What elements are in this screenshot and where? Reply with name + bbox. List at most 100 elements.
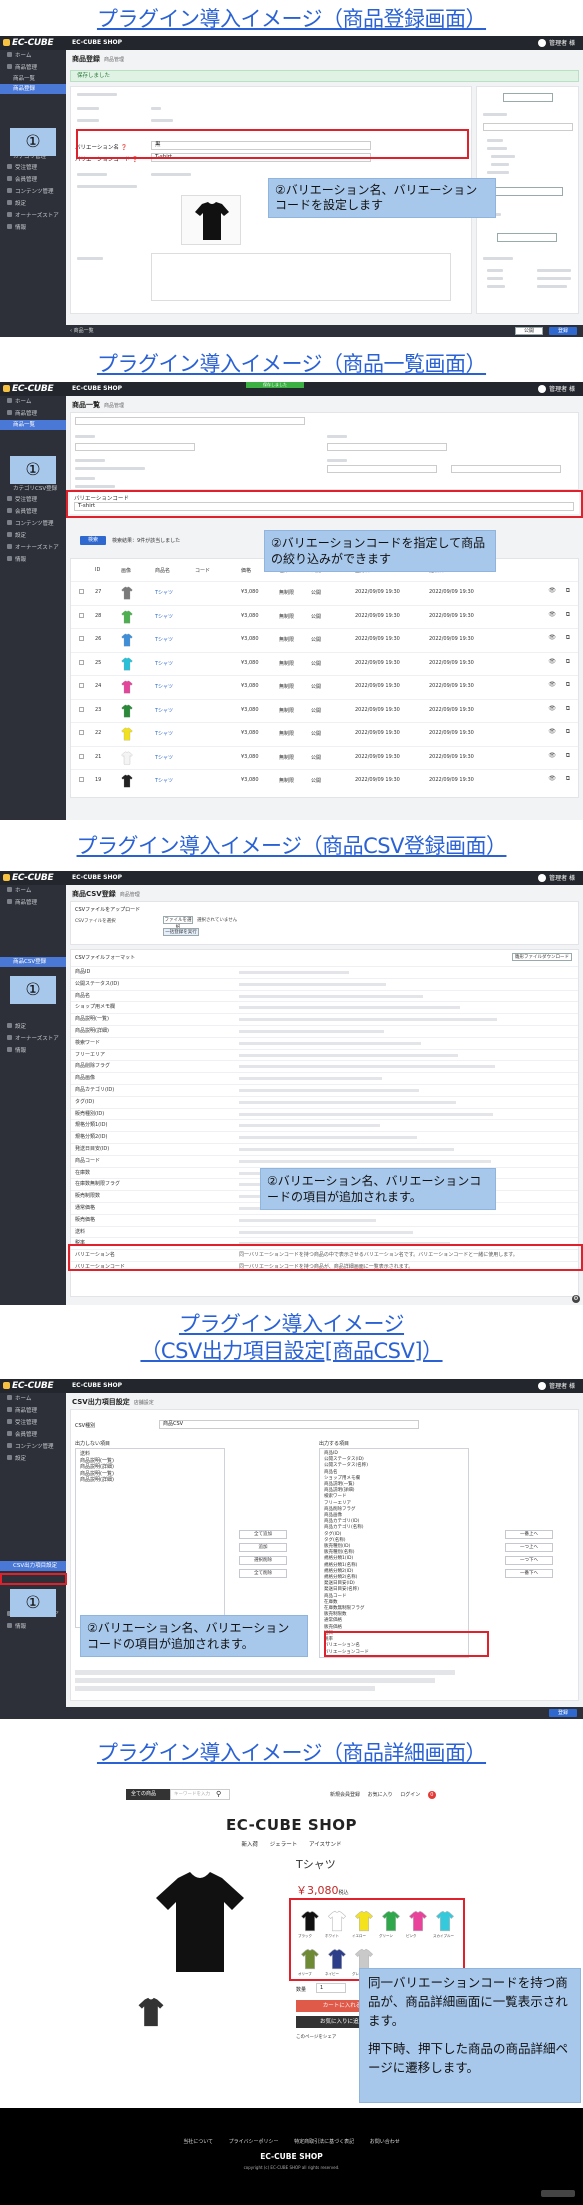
sidebar-item-info[interactable]: 情報 xyxy=(0,1045,66,1057)
sidebar-item-csv-settings[interactable]: CSV出力項目設定 xyxy=(0,1561,66,1571)
table-row[interactable]: 25 Tシャツ ¥3,080 無制限 公開 2022/09/09 19:30 2022/09… xyxy=(71,651,578,676)
product-name-link[interactable]: Tシャツ xyxy=(155,777,173,784)
copy-icon[interactable]: ⧉ xyxy=(566,705,570,713)
gear-icon[interactable]: ⚙ xyxy=(572,1295,580,1303)
row-checkbox[interactable] xyxy=(79,683,84,688)
sidebar-item-products[interactable]: 商品管理 xyxy=(0,62,66,74)
cart-badge[interactable]: 0 xyxy=(427,1791,436,1799)
register-link[interactable]: 新規会員登録 xyxy=(330,1792,360,1798)
footer-link-about[interactable]: 当社について xyxy=(183,2139,213,2145)
footer-link-privacy[interactable]: プライバシーポリシー xyxy=(229,2139,279,2145)
list-item[interactable]: 商品説明(詳細) xyxy=(80,1477,220,1484)
row-checkbox[interactable] xyxy=(79,753,84,759)
copy-icon[interactable]: ⧉ xyxy=(566,775,570,783)
sidebar-item-product-register[interactable]: 商品登録 xyxy=(0,84,66,94)
copy-icon[interactable]: ⧉ xyxy=(566,634,570,642)
table-row[interactable]: 24 Tシャツ ¥3,080 無制限 公開 2022/09/09 19:30 2022/09… xyxy=(71,675,578,699)
move-button[interactable]: 全て追加 xyxy=(239,1530,287,1539)
row-checkbox[interactable] xyxy=(79,589,84,594)
sidebar-item-settings[interactable]: 設定 xyxy=(0,198,66,210)
sidebar-item-owners-store[interactable]: オーナーズストア xyxy=(0,1033,66,1045)
category-icesand[interactable]: アイスサンド xyxy=(309,1842,342,1848)
product-name-link[interactable]: Tシャツ xyxy=(155,754,173,761)
sidebar-item-orders[interactable]: 受注管理 xyxy=(0,162,66,174)
category-new[interactable]: 新入荷 xyxy=(241,1842,258,1848)
sidebar-item-customers[interactable]: 会員管理 xyxy=(0,506,66,518)
user-menu[interactable]: 管理者 様 xyxy=(538,873,575,882)
row-checkbox[interactable] xyxy=(79,730,84,735)
preview-icon[interactable]: 👁 xyxy=(548,658,556,665)
product-name-link[interactable]: Tシャツ xyxy=(155,707,173,714)
table-row[interactable]: 28 Tシャツ ¥3,080 無制限 公開 2022/09/09 19:30 2022/09… xyxy=(71,604,578,629)
preview-icon[interactable]: 👁 xyxy=(548,705,556,712)
category-gelato[interactable]: ジェラート xyxy=(270,1842,298,1848)
preview-icon[interactable]: 👁 xyxy=(548,752,556,759)
product-thumbnail[interactable] xyxy=(134,1996,168,2028)
sidebar-item-orders[interactable]: 受注管理 xyxy=(0,494,66,506)
sidebar-item-products[interactable]: 商品管理 xyxy=(0,408,66,420)
copy-icon[interactable]: ⧉ xyxy=(566,611,570,619)
keyword-search-input[interactable] xyxy=(75,417,305,425)
sidebar-item-category-csv[interactable]: カテゴリCSV登録 xyxy=(0,484,66,494)
table-row[interactable]: 21 Tシャツ ¥3,080 無制限 公開 2022/09/09 19:30 2022/09… xyxy=(71,745,578,770)
category-search-input[interactable] xyxy=(483,123,573,131)
sidebar-item-settings[interactable]: 設定 xyxy=(0,1453,66,1465)
sidebar-item-home[interactable]: ホーム xyxy=(0,50,66,62)
tag-add-button[interactable] xyxy=(497,233,557,242)
product-name-link[interactable]: Tシャツ xyxy=(155,636,173,643)
shop-name[interactable]: EC-CUBE SHOP xyxy=(72,39,122,46)
move-button[interactable]: 追加 xyxy=(239,1543,287,1552)
move-button[interactable]: 全て削除 xyxy=(239,1569,287,1578)
login-link[interactable]: ログイン xyxy=(400,1792,420,1798)
admin-logo[interactable]: EC-CUBE xyxy=(3,384,54,394)
unused-columns-list[interactable]: 送料 商品説明(一覧) 商品説明(詳細) 商品説明(一覧) 商品説明(詳細) xyxy=(75,1448,225,1628)
csv-type-select[interactable]: 商品CSV xyxy=(159,1420,419,1429)
row-checkbox[interactable] xyxy=(79,659,84,665)
copy-icon[interactable]: ⧉ xyxy=(566,681,570,689)
sidebar-item-owners-store[interactable]: オーナーズストア xyxy=(0,542,66,554)
sidebar-item-settings[interactable]: 設定 xyxy=(0,530,66,542)
register-button[interactable]: 登録 xyxy=(549,1709,577,1717)
footer-link-contact[interactable]: お問い合わせ xyxy=(370,2139,400,2145)
used-columns-list[interactable]: 商品ID 公開ステータス(ID) 公開ステータス(名称) 商品名 ショップ用メモ欄 商品説… xyxy=(319,1448,469,1658)
admin-logo[interactable]: EC-CUBE xyxy=(3,873,54,883)
register-button[interactable]: 登録 xyxy=(549,327,577,335)
date-to-input[interactable] xyxy=(451,465,561,473)
shop-name[interactable]: EC-CUBE SHOP xyxy=(72,874,122,881)
sidebar-item-contents[interactable]: コンテンツ管理 xyxy=(0,1441,66,1453)
table-row[interactable]: 26 Tシャツ ¥3,080 無制限 公開 2022/09/09 19:30 2022/09… xyxy=(71,628,578,652)
order-button[interactable]: 一つ上へ xyxy=(505,1543,553,1552)
product-name-link[interactable]: Tシャツ xyxy=(155,613,173,620)
sidebar-item-product-list[interactable]: 商品一覧 xyxy=(0,74,66,84)
shop-name[interactable]: EC-CUBE SHOP xyxy=(72,1382,122,1389)
table-row[interactable]: 19 Tシャツ ¥3,080 無制限 公開 2022/09/09 19:30 2022/09… xyxy=(71,769,578,793)
sidebar-item-home[interactable]: ホーム xyxy=(0,396,66,408)
row-checkbox[interactable] xyxy=(79,612,84,618)
preview-icon[interactable]: 👁 xyxy=(548,587,556,594)
sidebar-item-customers[interactable]: 会員管理 xyxy=(0,1429,66,1441)
sidebar-item-product-list[interactable]: 商品一覧 xyxy=(0,420,66,430)
product-name-link[interactable]: Tシャツ xyxy=(155,683,173,690)
category-select[interactable]: 全ての商品 xyxy=(126,1789,170,1800)
admin-logo[interactable]: EC-CUBE xyxy=(3,1381,54,1391)
admin-logo[interactable]: EC-CUBE xyxy=(3,38,54,48)
preview-button[interactable] xyxy=(503,93,553,102)
page-top-button[interactable] xyxy=(541,2190,575,2197)
table-row[interactable]: 23 Tシャツ ¥3,080 無制限 公開 2022/09/09 19:30 2022/09… xyxy=(71,698,578,723)
product-name-link[interactable]: Tシャツ xyxy=(155,589,173,596)
search-icon[interactable]: ⚲ xyxy=(216,1790,221,1798)
tag-select[interactable] xyxy=(327,443,447,451)
user-menu[interactable]: 管理者 様 xyxy=(538,384,575,393)
sidebar-item-contents[interactable]: コンテンツ管理 xyxy=(0,518,66,530)
sidebar-item-contents[interactable]: コンテンツ管理 xyxy=(0,186,66,198)
row-checkbox[interactable] xyxy=(79,636,84,641)
category-select[interactable] xyxy=(75,443,195,451)
copy-icon[interactable]: ⧉ xyxy=(566,658,570,666)
public-select[interactable]: 公開 xyxy=(515,327,543,335)
shop-name[interactable]: EC-CUBE SHOP xyxy=(72,385,122,392)
favorite-link[interactable]: お気に入り xyxy=(368,1792,393,1798)
order-button[interactable]: 一番上へ xyxy=(505,1530,553,1539)
product-name-link[interactable]: Tシャツ xyxy=(155,730,173,737)
sidebar-item-home[interactable]: ホーム xyxy=(0,885,66,897)
sidebar-item-products[interactable]: 商品管理 xyxy=(0,1405,66,1417)
